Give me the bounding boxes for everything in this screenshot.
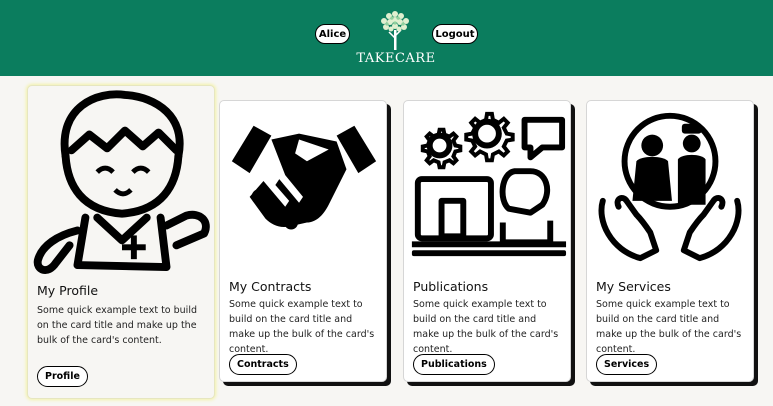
services-button[interactable]: Services [596, 354, 658, 375]
card-title: My Profile [37, 283, 99, 298]
user-button[interactable]: Alice [315, 24, 350, 44]
card-profile[interactable]: My Profile Some quick example text to bu… [27, 85, 215, 399]
publications-button[interactable]: Publications [413, 354, 495, 375]
computer-worker-icon [411, 111, 567, 257]
card-text: Some quick example text to build on the … [596, 299, 742, 355]
card-services[interactable]: My Services Some quick example text to b… [586, 100, 754, 382]
card-text: Some quick example text to build on the … [37, 305, 197, 346]
brand-name: TAKECARE [356, 51, 436, 66]
contracts-button[interactable]: Contracts [229, 354, 297, 375]
card-text: Some quick example text to build on the … [229, 299, 375, 355]
card-contracts[interactable]: My Contracts Some quick example text to … [219, 100, 387, 382]
card-title: Publications [413, 279, 489, 294]
card-text: Some quick example text to build on the … [413, 299, 559, 355]
handshake-icon [231, 125, 377, 230]
tree-logo-icon [381, 11, 409, 50]
nurse-icon [33, 90, 210, 274]
top-navbar: Alice TAKECARE Logout [0, 0, 773, 76]
logout-button[interactable]: Logout [432, 24, 478, 44]
profile-button[interactable]: Profile [37, 366, 88, 387]
card-title: My Contracts [229, 279, 312, 294]
card-title: My Services [596, 279, 671, 294]
card-publications[interactable]: Publications Some quick example text to … [403, 100, 571, 382]
elderly-care-icon [598, 112, 742, 262]
